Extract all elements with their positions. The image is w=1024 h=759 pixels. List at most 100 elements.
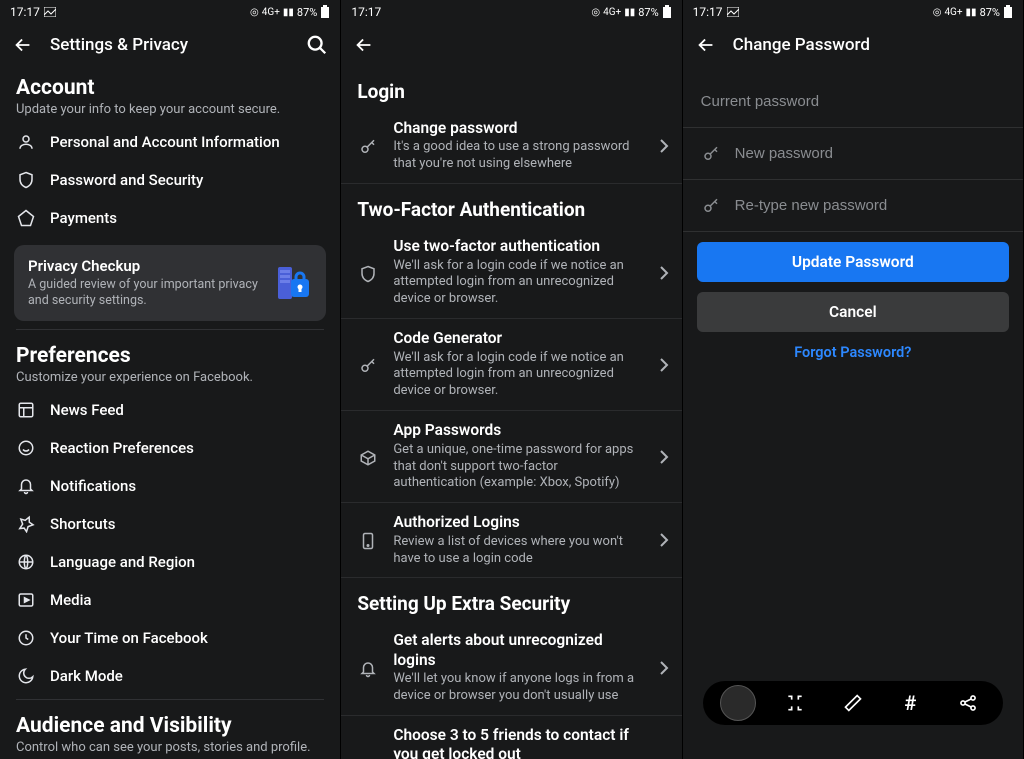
- crop-icon[interactable]: [777, 693, 813, 713]
- item-label: Personal and Account Information: [50, 133, 280, 151]
- item-label: Reaction Preferences: [50, 439, 194, 457]
- item-language[interactable]: Language and Region: [0, 543, 340, 581]
- header: Change Password: [683, 24, 1023, 66]
- item-dark-mode[interactable]: Dark Mode: [0, 657, 340, 695]
- section-sub-account: Update your info to keep your account se…: [16, 102, 324, 119]
- row-trusted-contacts[interactable]: Choose 3 to 5 friends to contact if you …: [341, 716, 681, 759]
- tag-icon: [16, 209, 36, 227]
- item-label: Password and Security: [50, 171, 203, 189]
- group-2fa: Two-Factor Authentication: [341, 184, 681, 227]
- media-icon: [16, 591, 36, 609]
- back-icon[interactable]: [695, 34, 717, 56]
- section-title-prefs: Preferences: [16, 344, 324, 368]
- hashtag-icon[interactable]: #: [892, 691, 928, 715]
- row-title: Get alerts about unrecognized logins: [393, 631, 639, 670]
- screenshot-thumb[interactable]: [720, 685, 756, 721]
- hotspot-icon: ◎: [591, 7, 600, 18]
- item-reactions[interactable]: Reaction Preferences: [0, 429, 340, 467]
- retype-password-input[interactable]: [735, 197, 1005, 214]
- shield-icon: [16, 171, 36, 189]
- item-shortcuts[interactable]: Shortcuts: [0, 505, 340, 543]
- battery-label: 87%: [638, 6, 658, 19]
- row-title: Choose 3 to 5 friends to contact if you …: [393, 726, 639, 759]
- change-password-panel: 17:17 ◎ 4G+ ▮▮ 87% Change Password Updat…: [683, 0, 1024, 759]
- status-bar: 17:17 ◎ 4G+ ▮▮ 87%: [0, 0, 340, 24]
- page-title: Change Password: [733, 35, 1011, 55]
- card-sub: A guided review of your important privac…: [28, 277, 264, 310]
- row-title: Change password: [393, 119, 639, 138]
- chevron-right-icon: [654, 660, 674, 676]
- row-title: App Passwords: [393, 421, 639, 440]
- key-icon: [701, 197, 721, 215]
- item-your-time[interactable]: Your Time on Facebook: [0, 619, 340, 657]
- chevron-right-icon: [654, 532, 674, 548]
- chevron-right-icon: [654, 265, 674, 281]
- row-get-alerts[interactable]: Get alerts about unrecognized logins We'…: [341, 621, 681, 716]
- item-label: Dark Mode: [50, 667, 123, 685]
- search-icon[interactable]: [306, 34, 328, 56]
- item-news-feed[interactable]: News Feed: [0, 391, 340, 429]
- item-label: Language and Region: [50, 553, 195, 571]
- forgot-password-link[interactable]: Forgot Password?: [683, 344, 1023, 361]
- item-notifications[interactable]: Notifications: [0, 467, 340, 505]
- header: Settings & Privacy: [0, 24, 340, 66]
- status-bar: 17:17 ◎ 4G+ ▮▮ 87%: [683, 0, 1023, 24]
- item-label: Payments: [50, 209, 117, 227]
- item-payments[interactable]: Payments: [0, 199, 340, 237]
- row-app-passwords[interactable]: App Passwords Get a unique, one-time pas…: [341, 411, 681, 503]
- key-icon: [701, 145, 721, 163]
- header: [341, 24, 681, 66]
- clock-icon: [16, 629, 36, 647]
- battery-icon: [662, 5, 672, 19]
- security-panel: 17:17 ◎ 4G+ ▮▮ 87% Login Change password…: [341, 0, 682, 759]
- battery-icon: [1003, 5, 1013, 19]
- retype-password-row[interactable]: [683, 180, 1023, 232]
- chevron-right-icon: [654, 138, 674, 154]
- screenshot-toolbar[interactable]: #: [703, 681, 1003, 725]
- signal-icon: ▮▮: [624, 7, 635, 18]
- row-title: Code Generator: [393, 329, 639, 348]
- item-label: Your Time on Facebook: [50, 629, 208, 647]
- group-login: Login: [341, 66, 681, 109]
- current-password-row[interactable]: [683, 76, 1023, 128]
- item-media[interactable]: Media: [0, 581, 340, 619]
- user-icon: [16, 133, 36, 151]
- box-icon: [357, 447, 379, 467]
- row-title: Authorized Logins: [393, 513, 639, 532]
- net-label: 4G+: [603, 7, 621, 18]
- pin-icon: [16, 515, 36, 533]
- item-label: Media: [50, 591, 92, 609]
- item-personal-info[interactable]: Personal and Account Information: [0, 123, 340, 161]
- back-icon[interactable]: [353, 34, 375, 56]
- privacy-checkup-card[interactable]: Privacy Checkup A guided review of your …: [14, 245, 326, 322]
- chevron-right-icon: [654, 357, 674, 373]
- item-password-security[interactable]: Password and Security: [0, 161, 340, 199]
- settings-panel: 17:17 ◎ 4G+ ▮▮ 87% Settings & Privacy Ac…: [0, 0, 341, 759]
- key-icon: [357, 136, 379, 156]
- row-sub: We'll ask for a login code if we notice …: [393, 258, 639, 309]
- section-title-account: Account: [16, 76, 324, 100]
- row-authorized-logins[interactable]: Authorized Logins Review a list of devic…: [341, 503, 681, 578]
- net-label: 4G+: [262, 7, 280, 18]
- row-sub: Get a unique, one-time password for apps…: [393, 442, 639, 493]
- current-password-input[interactable]: [701, 93, 1005, 110]
- new-password-row[interactable]: [683, 128, 1023, 180]
- device-icon: [357, 530, 379, 550]
- row-use-2fa[interactable]: Use two-factor authentication We'll ask …: [341, 227, 681, 319]
- item-label: News Feed: [50, 401, 124, 419]
- row-change-password[interactable]: Change password It's a good idea to use …: [341, 109, 681, 184]
- new-password-input[interactable]: [735, 145, 1005, 162]
- status-time: 17:17: [351, 5, 381, 19]
- share-icon[interactable]: [950, 693, 986, 713]
- row-code-generator[interactable]: Code Generator We'll ask for a login cod…: [341, 319, 681, 411]
- item-label: Notifications: [50, 477, 136, 495]
- row-title: Use two-factor authentication: [393, 237, 639, 256]
- edit-icon[interactable]: [835, 693, 871, 713]
- row-sub: We'll let you know if anyone logs in fro…: [393, 671, 639, 705]
- cancel-button[interactable]: Cancel: [697, 292, 1009, 332]
- update-button[interactable]: Update Password: [697, 242, 1009, 282]
- globe-icon: [16, 553, 36, 571]
- hotspot-icon: ◎: [933, 7, 942, 18]
- back-icon[interactable]: [12, 34, 34, 56]
- shield-icon: [357, 263, 379, 283]
